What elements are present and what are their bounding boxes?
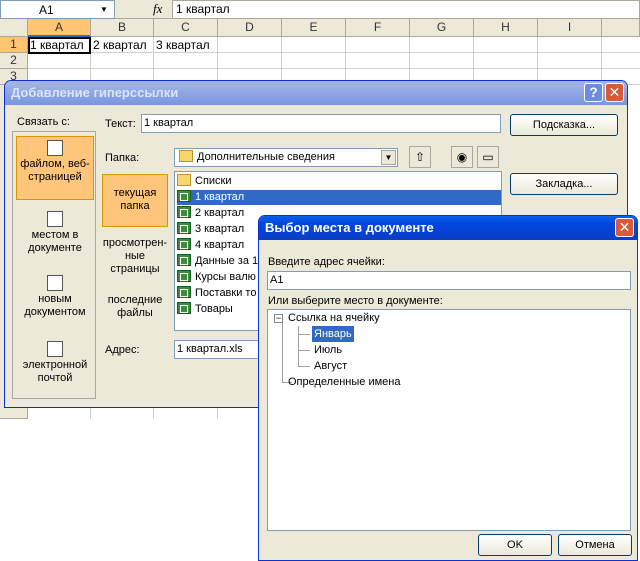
place-label: Или выберите место в документе:: [268, 295, 443, 307]
excel-file-icon: [177, 222, 191, 234]
tree-item-defined-names[interactable]: Определенные имена: [286, 374, 402, 390]
excel-file-icon: [177, 190, 191, 202]
nav-current-folder[interactable]: текущая папка: [102, 174, 168, 227]
bookmark-button[interactable]: Закладка...: [510, 173, 618, 195]
email-icon: [47, 341, 63, 357]
dialog-title: Выбор места в документе: [265, 220, 434, 235]
excel-file-icon: [177, 286, 191, 298]
link-to-label: Связать с:: [17, 116, 70, 128]
active-cell-border: [28, 37, 91, 54]
place-in-document-dialog: Выбор места в документе ✕ Введите адрес …: [258, 215, 638, 561]
look-in-panel: текущая папка просмотрен-ные страницы по…: [102, 174, 174, 327]
column-header[interactable]: I: [538, 19, 602, 37]
folder-icon: [177, 174, 191, 186]
link-option-new-document[interactable]: новым документом: [16, 272, 94, 332]
formula-input[interactable]: 1 квартал: [172, 0, 640, 19]
column-header[interactable]: H: [474, 19, 538, 37]
list-item[interactable]: 2 квартал: [177, 206, 248, 221]
nav-browsed-pages[interactable]: просмотрен-ные страницы: [102, 237, 168, 276]
tree-item-cell-reference[interactable]: Ссылка на ячейку: [286, 310, 382, 326]
folder-label: Папка:: [105, 152, 140, 164]
excel-file-icon: [177, 206, 191, 218]
dialog-title: Добавление гиперссылки: [11, 85, 179, 100]
browse-web-icon[interactable]: ◉: [451, 146, 473, 168]
cell-address-input[interactable]: A1: [267, 271, 631, 290]
column-header[interactable]: F: [346, 19, 410, 37]
excel-file-icon: [177, 302, 191, 314]
cell-b1[interactable]: 2 квартал: [92, 37, 147, 53]
name-box-value: A1: [39, 3, 54, 17]
text-input[interactable]: 1 квартал: [141, 114, 501, 133]
link-option-place-in-document[interactable]: местом в документе: [16, 208, 94, 268]
nav-recent-files[interactable]: последние файлы: [102, 294, 168, 320]
chevron-down-icon[interactable]: ▼: [97, 2, 111, 17]
document-place-icon: [47, 211, 63, 227]
text-label: Текст:: [105, 118, 136, 130]
column-header[interactable]: C: [154, 19, 218, 37]
help-button[interactable]: ?: [584, 83, 603, 102]
list-item[interactable]: Поставки то: [177, 286, 260, 301]
open-folder-icon[interactable]: ▭: [477, 146, 499, 168]
tree-item-august[interactable]: Август: [312, 358, 349, 374]
function-icon[interactable]: fx: [153, 1, 162, 17]
column-header-blank[interactable]: [602, 19, 640, 37]
link-option-file-web[interactable]: файлом, веб-страницей: [16, 136, 94, 200]
name-box[interactable]: A1 ▼: [0, 0, 115, 19]
list-item[interactable]: Списки: [177, 174, 236, 189]
folder-select[interactable]: Дополнительные сведения ▼: [174, 148, 398, 167]
tree-item-july[interactable]: Июль: [312, 342, 344, 358]
hyperlink-dialog-titlebar[interactable]: Добавление гиперссылки ? ✕: [5, 81, 627, 105]
cancel-button[interactable]: Отмена: [558, 534, 632, 556]
column-header[interactable]: A: [28, 19, 91, 37]
folder-icon: [179, 150, 193, 162]
column-header[interactable]: D: [218, 19, 282, 37]
ok-button[interactable]: OK: [478, 534, 552, 556]
formula-bar: fx 1 квартал: [115, 0, 640, 19]
excel-file-icon: [177, 254, 191, 266]
tree-item-january[interactable]: Январь: [312, 326, 354, 342]
place-dialog-titlebar[interactable]: Выбор места в документе ✕: [259, 216, 637, 240]
up-folder-icon[interactable]: ⇧: [409, 146, 431, 168]
list-item[interactable]: Курсы валю: [177, 270, 260, 285]
list-item[interactable]: 1 квартал: [177, 190, 501, 205]
excel-file-icon: [177, 238, 191, 250]
cell-c1[interactable]: 3 квартал: [155, 37, 210, 53]
cell-address-label: Введите адрес ячейки:: [268, 256, 385, 268]
column-header[interactable]: B: [91, 19, 154, 37]
list-item[interactable]: Данные за 1: [177, 254, 262, 269]
row-header[interactable]: 1: [0, 37, 28, 53]
select-all-corner[interactable]: [0, 19, 28, 37]
collapse-icon[interactable]: −: [274, 314, 283, 323]
list-item[interactable]: Товары: [177, 302, 237, 317]
web-page-icon: [47, 140, 63, 156]
column-header[interactable]: E: [282, 19, 346, 37]
close-button[interactable]: ✕: [605, 83, 624, 102]
row-header[interactable]: 2: [0, 53, 28, 69]
excel-file-icon: [177, 270, 191, 282]
tooltip-button[interactable]: Подсказка...: [510, 114, 618, 136]
list-item[interactable]: 3 квартал: [177, 222, 248, 237]
new-document-icon: [47, 275, 63, 291]
address-label: Адрес:: [105, 344, 140, 356]
link-option-email[interactable]: электронной почтой: [16, 338, 94, 398]
link-to-panel: файлом, веб-страницей местом в документе…: [12, 131, 96, 399]
column-header[interactable]: G: [410, 19, 474, 37]
close-button[interactable]: ✕: [615, 218, 634, 237]
list-item[interactable]: 4 квартал: [177, 238, 248, 253]
chevron-down-icon[interactable]: ▼: [381, 150, 396, 165]
document-place-tree[interactable]: − Ссылка на ячейку Январь Июль Август Оп…: [267, 309, 631, 531]
